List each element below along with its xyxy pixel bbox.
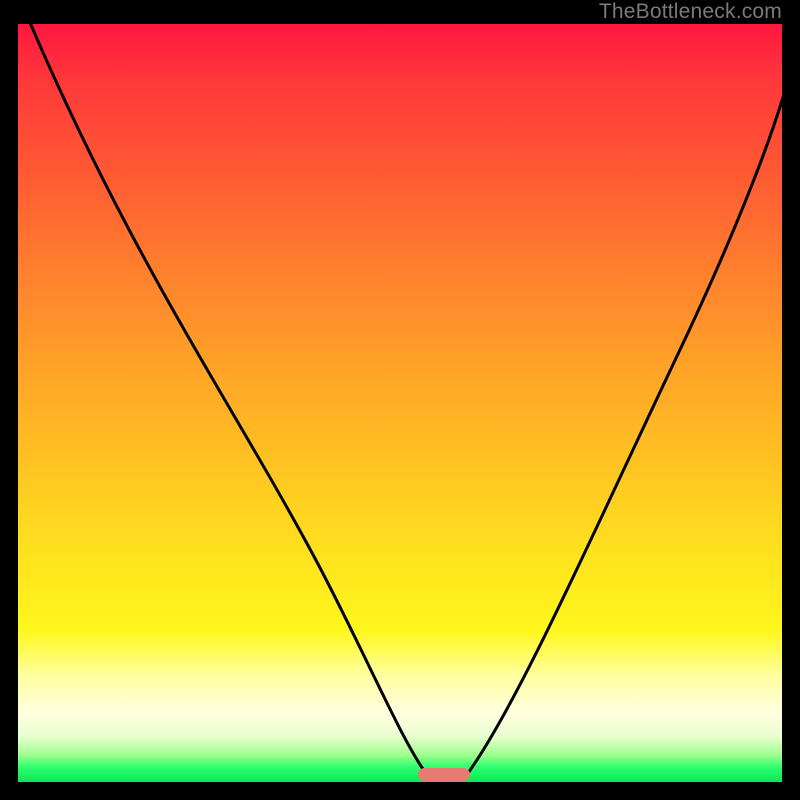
curve-path [28, 24, 782, 776]
optimal-marker [418, 768, 470, 781]
watermark-text: TheBottleneck.com [599, 0, 782, 24]
plot-area [18, 24, 782, 782]
chart-frame: TheBottleneck.com [0, 0, 800, 800]
bottleneck-curve [18, 24, 782, 782]
